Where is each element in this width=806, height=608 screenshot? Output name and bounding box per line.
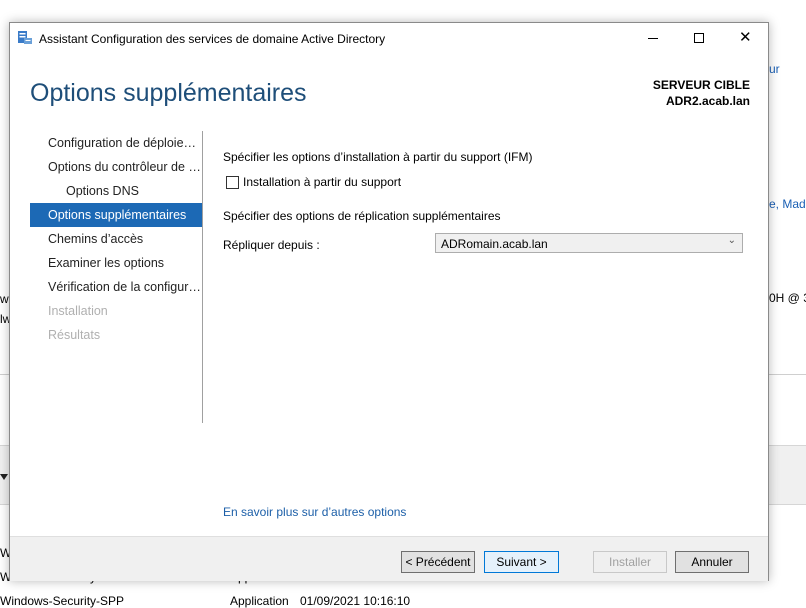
nav-item-results: Résultats bbox=[48, 328, 101, 342]
background-text-fragment: 0H @ 3 bbox=[769, 291, 806, 305]
target-server-name: ADR2.acab.lan bbox=[665, 94, 750, 108]
ifm-section-label: Spécifier les options d’installation à p… bbox=[223, 150, 533, 164]
background-link-fragment: ur bbox=[769, 62, 780, 76]
more-options-link[interactable]: En savoir plus sur d’autres options bbox=[223, 505, 406, 519]
background-event-source: Windows-Security-SPP bbox=[0, 594, 125, 608]
replication-section-label: Spécifier des options de réplication sup… bbox=[223, 209, 501, 223]
maximize-icon bbox=[694, 33, 704, 43]
server-manager-icon bbox=[18, 31, 32, 44]
nav-item-review-options[interactable]: Examiner les options bbox=[30, 251, 202, 275]
background-text-fragment: w bbox=[0, 292, 9, 306]
title-bar[interactable]: Assistant Configuration des services de … bbox=[10, 23, 768, 53]
nav-item-paths[interactable]: Chemins d’accès bbox=[30, 227, 202, 251]
background-dropdown-arrow-icon bbox=[0, 474, 8, 480]
replicate-from-dropdown[interactable]: ADRomain.acab.lan ⌄ bbox=[435, 233, 743, 253]
background-event-log: Application bbox=[230, 594, 289, 608]
wizard-footer: < Précédent Suivant > Installer Annuler bbox=[10, 536, 768, 581]
nav-item-prerequisites-check[interactable]: Vérification de la configuration requise bbox=[30, 275, 202, 299]
minimize-button[interactable] bbox=[630, 23, 676, 53]
close-icon: ✕ bbox=[739, 29, 752, 46]
cancel-button[interactable]: Annuler bbox=[675, 551, 749, 573]
nav-item-dc-options[interactable]: Options du contrôleur de domaine bbox=[30, 155, 202, 179]
ifm-checkbox-label[interactable]: Installation à partir du support bbox=[243, 175, 401, 189]
ad-ds-configuration-wizard: Assistant Configuration des services de … bbox=[9, 22, 769, 581]
nav-item-installation: Installation bbox=[48, 304, 108, 318]
page-title: Options supplémentaires bbox=[30, 79, 307, 107]
replicate-from-value: ADRomain.acab.lan bbox=[441, 237, 548, 251]
install-button: Installer bbox=[593, 551, 667, 573]
target-server-label: SERVEUR CIBLE bbox=[652, 78, 750, 92]
nav-divider bbox=[202, 131, 203, 423]
previous-button[interactable]: < Précédent bbox=[401, 551, 475, 573]
chevron-down-icon: ⌄ bbox=[727, 235, 736, 246]
window-title: Assistant Configuration des services de … bbox=[39, 32, 386, 46]
close-button[interactable]: ✕ bbox=[722, 23, 768, 53]
minimize-icon bbox=[648, 38, 658, 39]
ifm-checkbox[interactable] bbox=[226, 176, 239, 189]
next-button[interactable]: Suivant > bbox=[484, 551, 559, 573]
background-event-date: 01/09/2021 10:16:10 bbox=[300, 594, 411, 608]
wizard-nav: Configuration de déploiement Options du … bbox=[30, 131, 202, 347]
nav-item-dns-options[interactable]: Options DNS bbox=[30, 179, 202, 203]
background-link-fragment: e, Madr bbox=[769, 197, 806, 211]
replicate-from-label: Répliquer depuis : bbox=[223, 238, 320, 252]
nav-item-additional-options[interactable]: Options supplémentaires bbox=[30, 203, 202, 227]
maximize-button[interactable] bbox=[676, 23, 722, 53]
nav-item-deployment-configuration[interactable]: Configuration de déploiement bbox=[30, 131, 202, 155]
